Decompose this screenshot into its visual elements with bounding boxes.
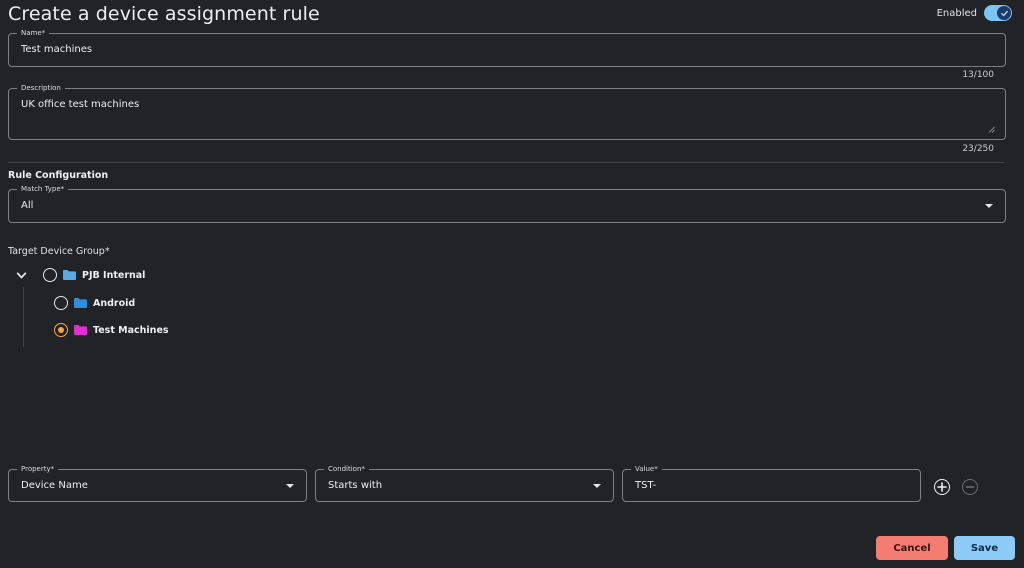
page-title: Create a device assignment rule [8,3,320,25]
enabled-label: Enabled [936,7,977,19]
value-input-text: TST- [635,480,657,491]
condition-select[interactable]: Condition* Starts with [315,464,614,502]
match-type-label: Match Type* [17,184,69,194]
name-char-counter: 13/100 [962,70,994,80]
name-field-label: Name* [17,28,50,38]
tree-radio-test-machines[interactable] [54,323,68,337]
property-label: Property* [17,464,59,474]
tree-guide-line [23,287,24,347]
tree-node-android[interactable]: Android [54,296,135,310]
enabled-toggle[interactable] [984,5,1012,21]
create-rule-page: Create a device assignment rule Enabled … [0,0,1024,568]
add-condition-button[interactable] [934,479,950,495]
condition-value: Starts with [328,480,383,491]
resize-handle-icon[interactable] [988,126,995,133]
cancel-button[interactable]: Cancel [876,536,948,560]
property-select[interactable]: Property* Device Name [8,464,307,502]
description-field[interactable]: Description UK office test machines [8,83,1006,140]
value-input[interactable]: Value* TST- [622,464,921,502]
rule-configuration-heading: Rule Configuration [8,170,109,181]
enabled-control: Enabled [937,5,1012,21]
chevron-down-icon[interactable] [16,270,27,281]
dropdown-caret-icon [286,484,294,488]
name-field-value: Test machines [21,44,93,55]
save-button[interactable]: Save [954,536,1015,560]
tree-label-test-machines: Test Machines [93,324,169,336]
property-value: Device Name [21,480,88,491]
tree-label-pjb-internal: PJB Internal [82,269,146,281]
tree-node-test-machines[interactable]: Test Machines [54,323,169,337]
remove-condition-button[interactable] [962,479,978,495]
description-field-value: UK office test machines [21,99,140,110]
description-char-counter: 23/250 [962,144,994,154]
plus-icon [937,482,947,492]
check-icon [997,6,1011,20]
match-type-select[interactable]: Match Type* All [8,184,1006,223]
target-device-group-label: Target Device Group* [8,246,110,257]
condition-label: Condition* [324,464,369,474]
tree-radio-android[interactable] [54,296,68,310]
tree-radio-pjb-internal[interactable] [43,268,57,282]
section-divider [8,162,1004,163]
tree-label-android: Android [93,297,136,309]
folder-icon [74,298,87,308]
folder-icon [74,325,87,335]
dropdown-caret-icon [985,204,993,208]
folder-icon [63,270,76,280]
minus-icon [965,486,975,488]
value-label: Value* [631,464,662,474]
description-field-label: Description [17,83,65,93]
tree-node-pjb-internal[interactable]: PJB Internal [16,268,145,282]
match-type-value: All [21,200,34,211]
name-field[interactable]: Name* Test machines [8,28,1006,67]
dropdown-caret-icon [593,484,601,488]
